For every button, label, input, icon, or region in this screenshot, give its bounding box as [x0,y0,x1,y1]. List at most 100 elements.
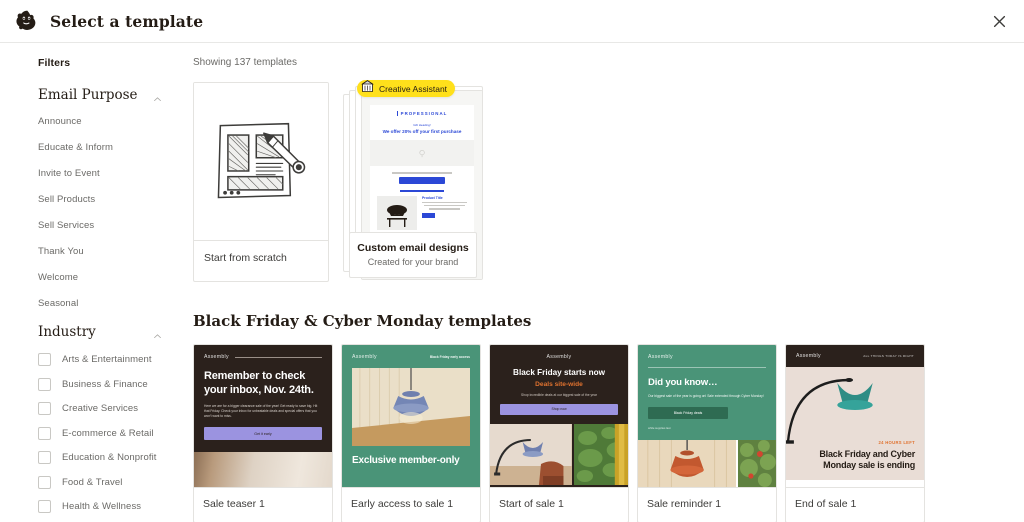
template-card-early-access-to-sale-1[interactable]: Assembly Black Friday early access Exclu… [341,344,481,522]
divider [648,367,766,368]
template-headline: Did you know… [648,377,718,388]
template-headline: Exclusive member-only [352,455,460,466]
sidebar-item-business-finance[interactable]: Business & Finance [38,377,188,391]
sidebar-item-educate-inform[interactable]: Educate & Inform [38,142,188,153]
template-headline: Remember to check your inbox, Nov. 24th. [204,370,314,396]
filters-label: Filters [38,57,71,69]
preview-product-title: Product Title [422,195,443,200]
page-title: Select a template [50,11,204,31]
checkbox[interactable] [38,426,51,440]
template-thumbnail: Assembly Black Friday early access Exclu… [342,345,480,487]
template-button: Shop now [500,403,618,415]
sidebar-item-sell-services[interactable]: Sell Services [38,220,188,231]
preview-cta-button [399,177,445,184]
filter-group-header-industry[interactable]: Industry [38,324,162,340]
creative-assistant-card[interactable]: PROFESSIONAL Gift Heading! We offer 20% … [343,79,483,282]
template-photo [352,368,470,446]
template-brand: Assembly [796,353,821,359]
divider [234,356,322,358]
template-button: Black Friday deals [648,406,728,419]
sidebar-item-creative-services[interactable]: Creative Services [38,402,188,415]
template-photo [638,439,776,487]
sidebar-item-welcome[interactable]: Welcome [38,272,188,283]
template-thumbnail: Assembly Black Friday starts now Deals s… [490,345,628,487]
template-body: Shop incredible deals at our biggest sal… [521,393,597,397]
template-brand: Assembly [352,354,377,360]
close-icon[interactable] [986,8,1012,34]
checkbox[interactable] [38,402,51,415]
template-button: Get it early [204,427,322,441]
template-tag: ALL THINGS TODAY IS RIGHT [863,354,914,358]
creative-assistant-caption: Custom email designs Created for your br… [349,232,477,278]
chevron-up-icon [153,91,162,101]
creative-assistant-badge-label: Creative Assistant [379,83,448,94]
card-label: End of sale 1 [786,487,924,522]
template-body: Our biggest sale of the year is going on… [648,394,764,398]
caption-title: Custom email designs [357,242,469,254]
template-fine-print: while supplies last [648,425,671,430]
results-count: Showing 137 templates [193,57,297,68]
template-card-sale-teaser-1[interactable]: Assembly Remember to check your inbox, N… [193,344,333,522]
checkbox[interactable] [38,500,51,513]
sidebar-item-label: Health & Wellness [62,501,142,512]
template-brand: Assembly [204,354,229,360]
sidebar-item-education-nonprofit[interactable]: Education & Nonprofit [38,451,188,464]
mailchimp-freddie-logo [14,8,40,34]
preview-product-image [377,195,417,230]
sidebar-item-label: Creative Services [62,403,139,414]
sidebar-item-sell-products[interactable]: Sell Products [38,194,188,205]
modal-header: Select a template [0,0,1024,43]
sidebar-item-announce[interactable]: Announce [38,116,188,127]
card-label: Early access to sale 1 [342,487,480,522]
card-label: Start from scratch [194,240,328,276]
template-thumbnail: Assembly ALL THINGS TODAY IS RIGHT 24 HO… [786,345,924,487]
creative-assistant-badge: Creative Assistant [357,79,456,99]
template-thumbnail: Assembly Did you know… Our biggest sale … [638,345,776,487]
filter-group-title: Email Purpose [38,87,138,103]
template-thumbnail: Assembly Remember to check your inbox, N… [194,345,332,487]
sidebar-item-seasonal[interactable]: Seasonal [38,298,188,309]
chevron-up-icon [153,328,162,338]
template-headline: Black Friday starts now [513,368,605,377]
sidebar-item-food-travel[interactable]: Food & Travel [38,475,188,489]
start-from-scratch-card[interactable]: Start from scratch [193,82,329,282]
sidebar-item-ecommerce-retail[interactable]: E-commerce & Retail [38,426,188,440]
card-label: Sale teaser 1 [194,487,332,522]
sidebar-item-label: Food & Travel [62,476,123,488]
checkbox[interactable] [38,377,51,391]
template-gallery: Showing 137 templates Start from scratch… [188,43,1024,522]
sidebar-item-thank-you[interactable]: Thank You [38,246,188,257]
template-subhead: Deals site-wide [535,381,583,388]
template-card-sale-reminder-1[interactable]: Assembly Did you know… Our biggest sale … [637,344,777,522]
template-headline: Black Friday and Cyber Monday sale is en… [819,448,915,471]
preview-product-button [422,212,435,218]
template-brand: Assembly [648,354,673,360]
sidebar-item-label: Business & Finance [62,378,148,390]
creative-assistant-icon [360,79,375,99]
template-card-end-of-sale-1[interactable]: Assembly ALL THINGS TODAY IS RIGHT 24 HO… [785,344,925,522]
checkbox[interactable] [38,475,51,489]
preview-kicker: Gift Heading! [413,123,431,127]
featured-row: Start from scratch PROFESSIONAL Gift Hea [193,79,1024,282]
filter-group-title: Industry [38,324,96,340]
sketch-document-pencil-icon [194,83,328,240]
checkbox[interactable] [38,353,51,366]
sidebar-item-arts-entertainment[interactable]: Arts & Entertainment [38,353,188,366]
section-title: Black Friday & Cyber Monday templates [193,312,532,330]
filter-group-industry: Industry Arts & Entertainment Business &… [38,324,188,522]
template-kicker: 24 HOURS LEFT [878,439,915,445]
preview-hero-placeholder [370,140,474,166]
template-card-start-of-sale-1[interactable]: Assembly Black Friday starts now Deals s… [489,344,629,522]
sidebar-item-invite-to-event[interactable]: Invite to Event [38,168,188,179]
card-label: Sale reminder 1 [638,487,776,522]
checkbox[interactable] [38,451,51,464]
sidebar-item-health-wellness[interactable]: Health & Wellness [38,500,188,513]
filter-group-header-email-purpose[interactable]: Email Purpose [38,87,162,103]
preview-headline: We offer 20% off your first purchase [382,129,462,134]
sidebar-item-label: E-commerce & Retail [62,427,154,439]
template-photo [194,452,332,487]
filters-sidebar: Filters Email Purpose Announce Educate &… [0,43,188,522]
caption-subtitle: Created for your brand [367,257,459,267]
template-photo: 24 HOURS LEFT Black Friday and Cyber Mon… [786,367,924,480]
template-brand: Assembly [546,354,572,360]
